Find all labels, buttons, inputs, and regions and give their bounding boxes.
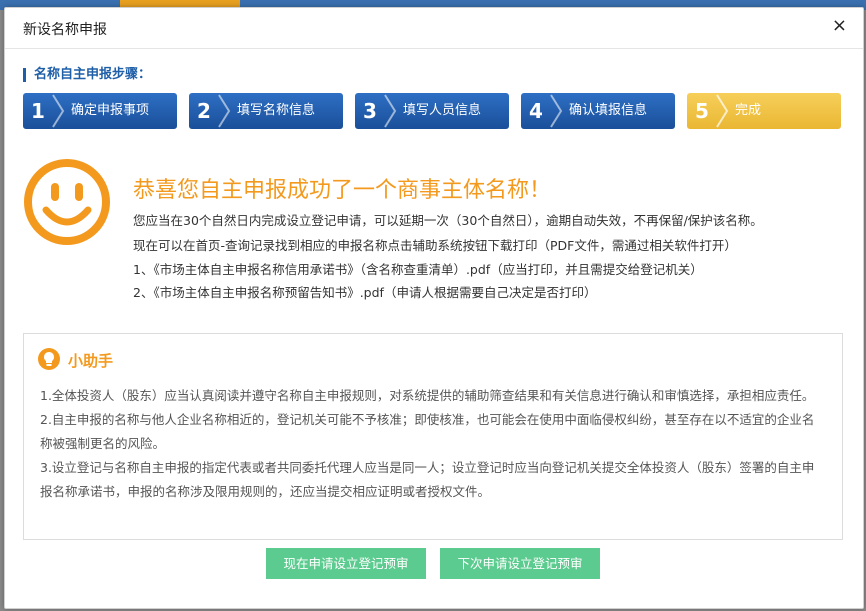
helper-title: 小助手 bbox=[68, 352, 114, 370]
step-label: 填写名称信息 bbox=[237, 103, 316, 118]
step-label: 完成 bbox=[735, 103, 762, 118]
step-label: 确定申报事项 bbox=[71, 103, 150, 118]
smiley-icon bbox=[24, 159, 110, 245]
chevron-right-icon bbox=[716, 94, 729, 128]
helper-paragraph: 3.设立登记与名称自主申报的指定代表或者共同委托代理人应当是同一人；设立登记时应… bbox=[40, 460, 815, 499]
dialog-title: 新设名称申报 bbox=[23, 22, 107, 38]
helper-panel: 小助手 1.全体投资人（股东）应当认真阅读并遵守名称自主申报规则，对系统提供的辅… bbox=[23, 333, 843, 540]
step-progress-bar: 1 确定申报事项 2 填写名称信息 3 填写人员信息 4 确认填报信息 5 完成 bbox=[23, 93, 845, 131]
step-2: 2 填写名称信息 bbox=[189, 93, 343, 129]
apply-now-button[interactable]: 现在申请设立登记预审 bbox=[266, 548, 426, 579]
step-label: 填写人员信息 bbox=[403, 103, 482, 118]
helper-paragraph: 2.自主申报的名称与他人企业名称相近的，登记机关可能不予核准；即使核准，也可能会… bbox=[40, 412, 815, 451]
lightbulb-icon bbox=[38, 348, 60, 370]
step-5: 5 完成 bbox=[687, 93, 841, 129]
result-line: 2、《市场主体自主申报名称预留告知书》.pdf（申请人根据需要自己决定是否打印） bbox=[133, 285, 597, 300]
chevron-right-icon bbox=[52, 94, 65, 128]
success-dialog: 新设名称申报 × 名称自主申报步骤： 1 确定申报事项 2 填写名称信息 3 填… bbox=[4, 7, 864, 609]
result-line: 现在可以在首页-查询记录找到相应的申报名称点击辅助系统按钮下载打印（PDF文件，… bbox=[133, 238, 737, 253]
success-title: 恭喜您自主申报成功了一个商事主体名称！ bbox=[133, 178, 552, 203]
apply-later-button[interactable]: 下次申请设立登记预审 bbox=[440, 548, 600, 579]
helper-text: 1.全体投资人（股东）应当认真阅读并遵守名称自主申报规则，对系统提供的辅助筛查结… bbox=[40, 384, 826, 504]
step-1: 1 确定申报事项 bbox=[23, 93, 177, 129]
helper-paragraph: 1.全体投资人（股东）应当认真阅读并遵守名称自主申报规则，对系统提供的辅助筛查结… bbox=[40, 388, 815, 403]
chevron-right-icon bbox=[550, 94, 563, 128]
result-line: 1、《市场主体自主申报名称信用承诺书》（含名称查重清单）.pdf（应当打印，并且… bbox=[133, 262, 703, 277]
chevron-right-icon bbox=[218, 94, 231, 128]
result-line: 您应当在30个自然日内完成设立登记申请，可以延期一次（30个自然日），逾期自动失… bbox=[133, 213, 763, 228]
step-4: 4 确认填报信息 bbox=[521, 93, 675, 129]
dialog-header: 新设名称申报 × bbox=[5, 8, 863, 49]
step-label: 确认填报信息 bbox=[569, 103, 648, 118]
close-icon[interactable]: × bbox=[832, 16, 847, 36]
step-3: 3 填写人员信息 bbox=[355, 93, 509, 129]
chevron-right-icon bbox=[384, 94, 397, 128]
steps-heading: 名称自主申报步骤： bbox=[23, 68, 151, 82]
